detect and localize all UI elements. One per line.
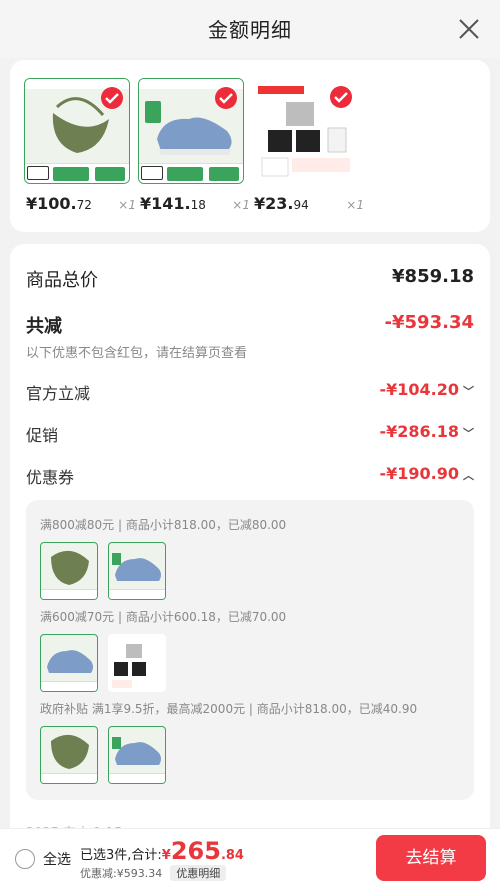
product-item-bag[interactable]: ¥100.72 ×1 <box>24 78 136 216</box>
coupon-group-title: 政府补贴 满1享9.5折，最高减2000元 | 商品小计818.00，已减40.… <box>40 702 418 716</box>
chevron-up-icon: ︿ <box>463 468 474 482</box>
product-thumbnail[interactable] <box>138 78 244 184</box>
product-price: ¥23. <box>254 194 294 213</box>
chevron-down-icon: ﹀ <box>463 426 474 440</box>
discount-detail-button[interactable]: 优惠明细 <box>170 865 227 881</box>
product-card: ¥100.72 ×1 ¥141.18 ×1 ¥23.94 ×1 <box>10 60 490 232</box>
total-price-value: ¥859.18 <box>392 266 474 287</box>
selected-count-text: 已选3件,合计: <box>80 848 162 863</box>
total-amount-decimal: .84 <box>220 848 244 863</box>
product-quantity: ×1 <box>346 198 364 212</box>
product-price-decimal: 72 <box>76 198 92 212</box>
product-item-shoe[interactable]: ¥141.18 ×1 <box>138 78 250 216</box>
underwear-icon <box>112 644 146 688</box>
total-price-label: 商品总价 <box>26 270 98 291</box>
page-title: 金额明细 <box>208 18 292 42</box>
discount-amount-text: 优惠减:¥593.34 <box>80 867 163 880</box>
total-summary: 已选3件,合计:¥265.84 <box>80 837 244 865</box>
total-price-row: 商品总价 ¥859.18 <box>26 266 474 296</box>
coupon-details: 满800减80元 | 商品小计818.00，已减80.00 满600减70元 |… <box>26 500 474 800</box>
product-price-decimal: 18 <box>190 198 206 212</box>
official-discount-label: 官方立减 <box>26 384 91 403</box>
coupon-label: 优惠券 <box>26 468 75 487</box>
promo-label: 促销 <box>26 426 59 445</box>
coupon-group-title: 满800减80元 | 商品小计818.00，已减80.00 <box>40 518 287 532</box>
coupon-product-thumbnail <box>40 726 98 784</box>
product-thumbnail[interactable] <box>24 78 130 184</box>
product-price: ¥100. <box>26 194 77 213</box>
coupon-value: -¥190.90 <box>379 464 459 483</box>
checkout-button[interactable]: 去结算 <box>376 835 486 881</box>
official-discount-value: -¥104.20 <box>379 380 459 399</box>
coupon-product-thumbnail <box>108 542 166 600</box>
coupon-product-thumbnail <box>108 726 166 784</box>
shoe-icon <box>157 117 232 155</box>
selected-check-icon[interactable] <box>215 87 237 109</box>
selected-check-icon[interactable] <box>330 86 352 108</box>
select-all-label[interactable]: 全选 <box>43 849 71 869</box>
product-quantity: ×1 <box>232 198 250 212</box>
product-price-decimal: 94 <box>293 198 309 212</box>
shoe-icon <box>115 558 161 581</box>
total-reduction-label: 共减 <box>26 316 62 337</box>
close-icon[interactable] <box>458 18 480 40</box>
chevron-down-icon: ﹀ <box>463 384 474 398</box>
coupon-product-thumbnail <box>108 634 166 692</box>
price-summary: 商品总价 ¥859.18 共减 -¥593.34 以下优惠不包含红包，请在结算页… <box>10 244 490 844</box>
checkout-bar: 全选 已选3件,合计:¥265.84 优惠减:¥593.34 优惠明细 去结算 <box>0 828 500 881</box>
product-thumbnail[interactable] <box>252 78 358 184</box>
product-quantity: ×1 <box>118 198 136 212</box>
total-reduction-row: 共减 -¥593.34 <box>26 312 474 342</box>
select-all-radio[interactable] <box>15 849 35 869</box>
product-price: ¥141. <box>140 194 191 213</box>
total-reduction-value: -¥593.34 <box>384 312 474 333</box>
coupon-row[interactable]: 优惠券 -¥190.90 ︿ <box>26 464 474 494</box>
product-item-underwear[interactable]: ¥23.94 ×1 <box>252 78 364 216</box>
coupon-product-thumbnail <box>40 542 98 600</box>
bag-icon <box>51 734 89 769</box>
header: 金额明细 <box>0 0 500 58</box>
selected-check-icon[interactable] <box>101 87 123 109</box>
coupon-product-thumbnail <box>40 634 98 692</box>
official-discount-row[interactable]: 官方立减 -¥104.20 ﹀ <box>26 380 474 410</box>
coupon-group-title: 满600减70元 | 商品小计600.18，已减70.00 <box>40 610 287 624</box>
promo-row[interactable]: 促销 -¥286.18 ﹀ <box>26 422 474 452</box>
promo-value: -¥286.18 <box>379 422 459 441</box>
bag-icon <box>51 550 89 585</box>
total-amount: 265 <box>170 837 221 865</box>
discount-note: 以下优惠不包含红包，请在结算页查看 <box>26 346 248 361</box>
shoe-icon <box>47 650 93 673</box>
discount-summary: 优惠减:¥593.34 优惠明细 <box>80 865 227 881</box>
shoe-icon <box>115 742 161 765</box>
currency-symbol: ¥ <box>161 848 171 863</box>
